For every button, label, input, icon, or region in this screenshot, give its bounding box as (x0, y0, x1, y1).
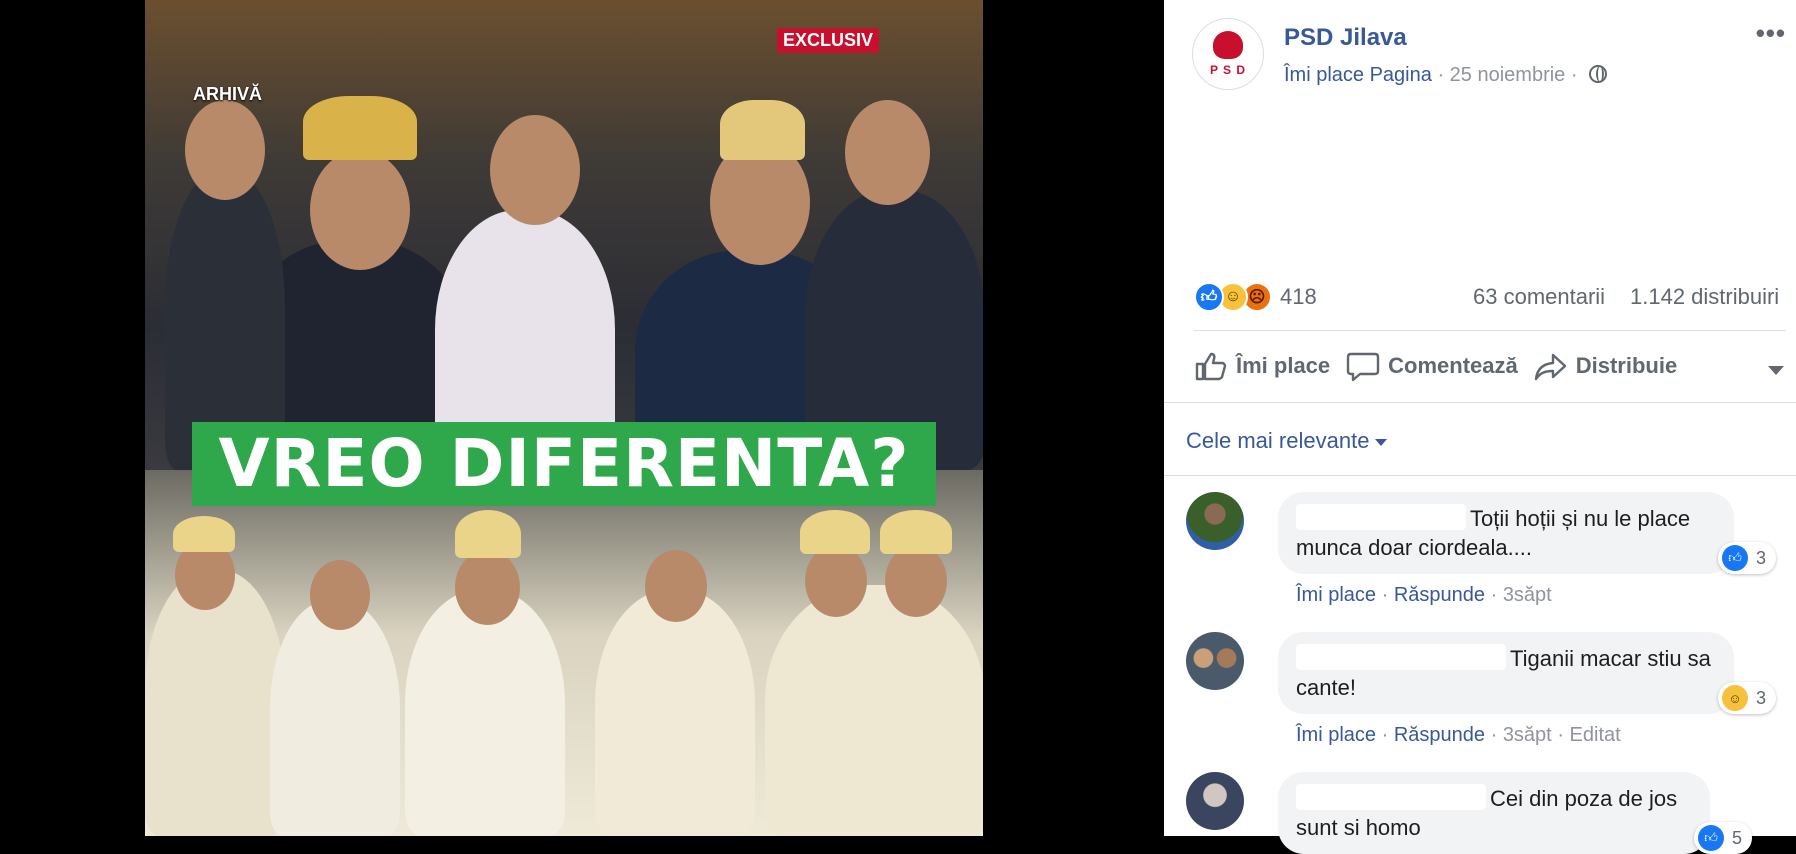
photo-figure-head (310, 150, 410, 270)
comment-reply-link[interactable]: Răspunde (1394, 584, 1485, 606)
meta-separator: · (1570, 64, 1578, 86)
comment-time[interactable]: 3săpt (1503, 724, 1552, 746)
redacted-name (1296, 644, 1506, 670)
photo-figure-head (185, 100, 265, 200)
photo-figure-head (490, 115, 580, 225)
post-photo[interactable]: ARHIVĂ EXCLUSIV VREO DIFERENTA? (145, 0, 983, 836)
redacted-name (1296, 784, 1486, 810)
photo-figure-head (645, 550, 707, 622)
post-date[interactable]: 25 noiembrie (1450, 64, 1566, 86)
comment-reactions[interactable]: 👍︎ 3 (1718, 542, 1777, 574)
share-options-caret-icon[interactable] (1768, 366, 1784, 375)
shares-count-link[interactable]: 1.142 distribuiri (1630, 284, 1779, 310)
comment-bubble: Toții hoții și nu le place munca doar ci… (1278, 492, 1734, 574)
reactions-summary[interactable]: 👍︎ ☺ ☹ 418 (1194, 282, 1317, 312)
photo-mitre (455, 510, 521, 558)
comment-like-link[interactable]: Îmi place (1296, 724, 1376, 746)
divider (1194, 330, 1786, 331)
comment-reactions[interactable]: ☺ 3 (1718, 682, 1777, 714)
comment-bubble: Cei din poza de jos sunt si homo (1278, 772, 1710, 854)
photo-mitre (800, 510, 870, 554)
photo-figure (145, 570, 285, 836)
comment-meta: Îmi place · Răspunde · 3săpt (1296, 584, 1552, 607)
photo-crown (303, 96, 417, 160)
comment-edited-label[interactable]: Editat (1570, 724, 1621, 746)
photo-figure (270, 600, 400, 836)
redacted-name (1296, 504, 1466, 530)
page-name-link[interactable]: PSD Jilava (1284, 24, 1407, 52)
post-meta: Îmi place Pagina · 25 noiembrie · (1284, 64, 1608, 87)
photo-figure-head (885, 545, 947, 617)
comment-icon (1346, 352, 1380, 382)
comments-count-link[interactable]: 63 comentarii (1473, 284, 1605, 310)
post-side-panel: P S D PSD Jilava Îmi place Pagina · 25 n… (1164, 0, 1796, 854)
commenter-avatar[interactable] (1186, 632, 1244, 690)
photo-figure-head (845, 100, 930, 205)
comment-bubble: Tiganii macar stiu sa cante! (1278, 632, 1734, 714)
haha-icon: ☺ (1722, 685, 1748, 711)
comment-reaction-count: 3 (1756, 687, 1767, 708)
comment-reaction-count: 3 (1756, 547, 1767, 568)
meta-separator: · (1490, 724, 1498, 746)
more-options-icon[interactable]: ••• (1756, 18, 1786, 49)
share-arrow-icon (1534, 353, 1566, 381)
photo-figure (595, 590, 755, 836)
exclusive-tag: EXCLUSIV (777, 28, 880, 53)
comment-reactions[interactable]: 👍︎ 5 (1694, 822, 1753, 854)
photo-banner-text: VREO DIFERENTA? (192, 422, 936, 506)
commenter-avatar[interactable] (1186, 772, 1244, 830)
meta-separator: · (1557, 724, 1564, 746)
share-button-label: Distribuie (1575, 353, 1678, 378)
page-logo-text: P S D (1209, 63, 1247, 77)
like-page-link[interactable]: Îmi place Pagina (1284, 64, 1432, 86)
post-actions: Îmi place Comentează Distribuie (1194, 346, 1794, 386)
meta-separator: · (1381, 724, 1389, 746)
divider (1164, 402, 1796, 403)
share-button[interactable]: Distribuie (1534, 350, 1677, 382)
comment-reaction-count: 5 (1732, 827, 1743, 848)
comment-time[interactable]: 3săpt (1503, 584, 1552, 606)
sort-label: Cele mai relevante (1186, 428, 1370, 453)
comment-sort-dropdown[interactable]: Cele mai relevante (1186, 428, 1388, 454)
photo-figure (405, 590, 565, 836)
photo-figure-head (455, 550, 520, 625)
comment-like-link[interactable]: Îmi place (1296, 584, 1376, 606)
comment-button[interactable]: Comentează (1346, 350, 1518, 382)
comment-meta: Îmi place · Răspunde · 3săpt · Editat (1296, 724, 1621, 747)
comment-reply-link[interactable]: Răspunde (1394, 724, 1485, 746)
photo-figure-head (310, 560, 370, 630)
like-icon: 👍︎ (1722, 545, 1748, 571)
archive-tag: ARHIVĂ (193, 84, 263, 104)
photo-mitre (173, 516, 235, 552)
divider (1164, 475, 1796, 476)
photo-viewer: ARHIVĂ EXCLUSIV VREO DIFERENTA? (0, 0, 1164, 836)
like-button[interactable]: Îmi place (1194, 350, 1330, 382)
meta-separator: · (1490, 584, 1498, 606)
like-icon: 👍︎ (1698, 825, 1724, 851)
meta-separator: · (1437, 64, 1445, 86)
comment-button-label: Comentează (1388, 353, 1518, 378)
like-button-label: Îmi place (1236, 353, 1331, 378)
commenter-avatar[interactable] (1186, 492, 1244, 550)
photo-mitre (880, 510, 952, 554)
meta-separator: · (1381, 584, 1389, 606)
photo-crown (720, 100, 805, 160)
photo-figure (765, 585, 983, 836)
chevron-down-icon (1375, 438, 1388, 446)
thumbs-up-icon (1195, 352, 1227, 381)
like-reaction-icon: 👍︎ (1194, 282, 1224, 312)
reactions-count: 418 (1280, 284, 1317, 309)
page-avatar[interactable]: P S D (1192, 18, 1264, 90)
photo-figure-head (805, 545, 867, 617)
rose-icon (1213, 31, 1243, 59)
globe-icon (1589, 65, 1608, 83)
